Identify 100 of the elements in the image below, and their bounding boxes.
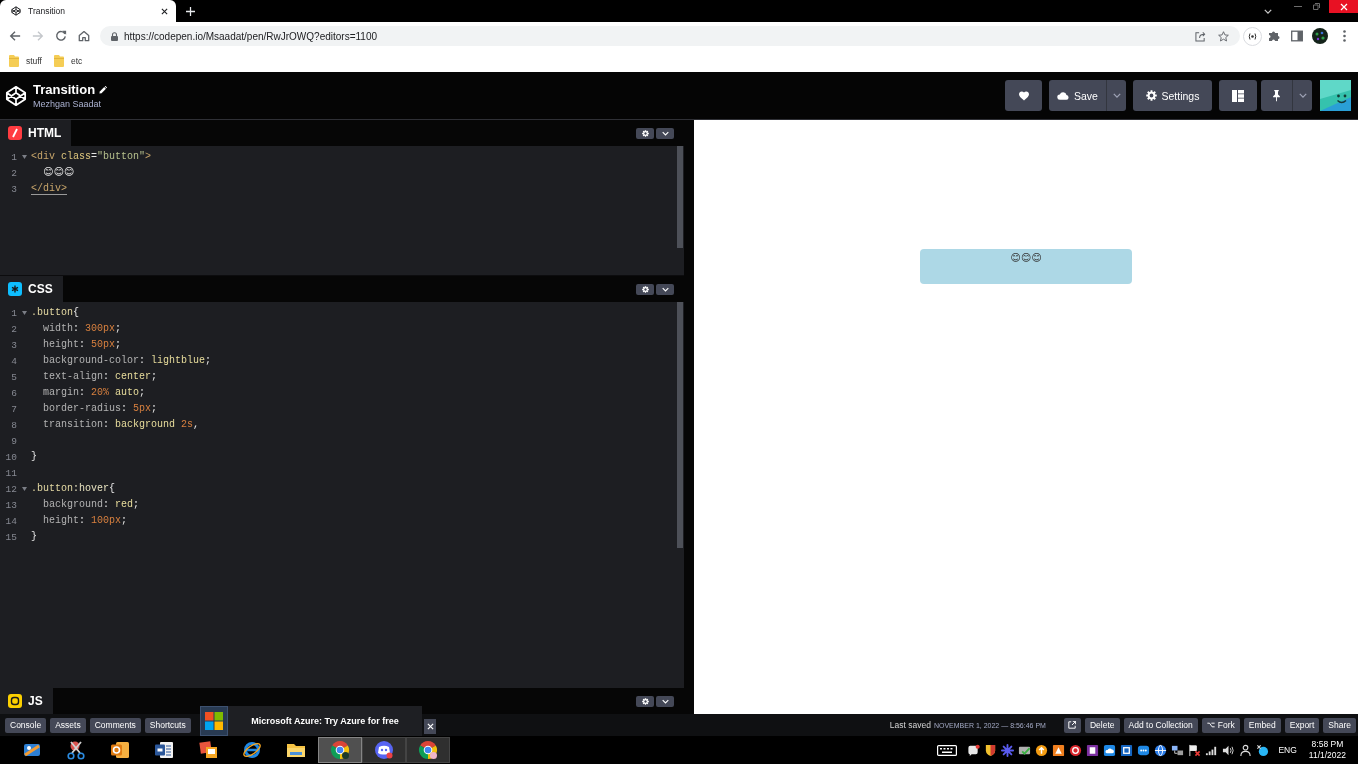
footer-button[interactable]: Assets [50, 717, 86, 733]
resize-handle[interactable] [684, 120, 694, 714]
chat-tile-icon[interactable] [1137, 743, 1151, 757]
editor-settings-button[interactable] [636, 283, 654, 295]
like-button[interactable] [1005, 80, 1042, 111]
profile-avatar-icon[interactable] [1312, 28, 1328, 44]
user-icon[interactable] [1239, 743, 1253, 757]
footer-button[interactable]: Shortcuts [144, 717, 191, 733]
footer-button[interactable]: Fork [1201, 717, 1240, 733]
note-tile-icon[interactable] [1086, 743, 1100, 757]
star-icon[interactable] [1218, 30, 1229, 42]
cloud-tile-icon[interactable] [1103, 743, 1117, 757]
close-window-button[interactable] [1329, 0, 1358, 13]
footer-button[interactable]: Share [1323, 717, 1356, 733]
close-icon[interactable] [161, 7, 168, 15]
code-line: height: 100px; [42, 514, 128, 528]
taskbar-app[interactable] [406, 737, 450, 763]
chat-bubble-icon[interactable] [967, 743, 981, 757]
layout-button[interactable] [1219, 80, 1257, 111]
chevron-down-icon[interactable] [1264, 9, 1272, 14]
close-ad-button[interactable] [424, 719, 436, 734]
close-icon [426, 723, 434, 730]
line-number: 6 [10, 387, 17, 399]
fold-arrow-icon[interactable] [21, 155, 27, 159]
scrollbar-thumb[interactable] [677, 302, 683, 548]
editor-tab[interactable]: CSS [0, 276, 63, 302]
collapse-button[interactable] [656, 127, 674, 139]
author-name[interactable]: Mezhgan Saadat [33, 98, 108, 110]
home-icon[interactable] [78, 30, 90, 42]
settings-button[interactable]: Settings [1133, 80, 1212, 111]
plus-icon[interactable] [186, 7, 195, 16]
collapse-button[interactable] [656, 283, 674, 295]
more-menu-icon[interactable] [1343, 30, 1346, 42]
save-button[interactable]: Save [1049, 80, 1106, 111]
css-badge-icon [8, 282, 22, 296]
editor-tab[interactable]: JS [0, 688, 53, 714]
fold-arrow-icon[interactable] [21, 487, 27, 491]
editor-settings-button[interactable] [636, 127, 654, 139]
avatar-icon[interactable] [1320, 80, 1351, 111]
code-line: margin: 20% auto; [42, 386, 146, 400]
dot-icon[interactable] [1256, 743, 1270, 757]
fold-arrow-icon[interactable] [21, 311, 27, 315]
collapse-button[interactable] [656, 695, 674, 707]
footer-button[interactable]: Delete [1084, 717, 1120, 733]
keyboard-icon[interactable] [937, 744, 958, 756]
footer-button[interactable]: Embed [1243, 717, 1281, 733]
puzzle-icon[interactable] [1268, 30, 1280, 42]
taskbar-app[interactable] [318, 737, 362, 763]
speaker-icon[interactable] [1222, 743, 1236, 757]
code-line: background: red; [42, 498, 140, 512]
code-line: height: 50px; [42, 338, 122, 352]
address-bar[interactable]: https://codepen.io/Msaadat/pen/RwJrOWQ?editors=1100 [100, 26, 1240, 46]
footer-button[interactable]: Add to Collection [1123, 717, 1198, 733]
open-external-button[interactable] [1063, 717, 1081, 733]
language-indicator[interactable]: ENG [1278, 745, 1297, 755]
bookmark-item[interactable]: stuff [9, 55, 42, 67]
pencil-icon[interactable] [99, 85, 108, 94]
line-number: 12 [4, 483, 17, 495]
pin-button[interactable] [1261, 80, 1292, 111]
js-badge-icon [8, 694, 22, 708]
side-panel-icon[interactable] [1291, 30, 1303, 42]
codepen-logo-icon[interactable] [5, 84, 27, 107]
app-tile-icon[interactable] [1120, 743, 1134, 757]
extension-badge-icon[interactable] [1243, 26, 1262, 46]
external-link-icon [1068, 721, 1077, 729]
share-icon[interactable] [1195, 30, 1206, 42]
browser-tab[interactable]: Transition [0, 0, 176, 22]
restore-icon[interactable] [1313, 3, 1320, 10]
line-number: 4 [10, 355, 17, 367]
bookmark-item[interactable]: etc [53, 55, 83, 67]
code-line: </div> [31, 182, 67, 196]
footer-button[interactable]: Console [5, 717, 47, 733]
editor-tab[interactable]: HTML [0, 120, 72, 146]
clock-date[interactable]: 11/1/2022 [1308, 750, 1346, 761]
shield-icon[interactable] [984, 743, 998, 757]
line-number: 14 [4, 515, 17, 527]
taskbar-app[interactable] [362, 737, 406, 763]
layout-icon [1232, 89, 1244, 102]
pin-icon [1272, 89, 1281, 102]
footer-button[interactable]: Comments [89, 717, 141, 733]
globe-icon[interactable] [1154, 743, 1168, 757]
reload-icon[interactable] [55, 30, 67, 42]
scrollbar-thumb[interactable] [677, 146, 683, 248]
code-line: 😊😊😊 [42, 166, 75, 180]
editor-settings-button[interactable] [636, 695, 654, 707]
upload-icon[interactable] [1035, 743, 1049, 757]
gear-icon [1145, 90, 1157, 101]
ad-banner[interactable]: Microsoft Azure: Try Azure for free [200, 706, 422, 736]
code-line: border-radius: 5px; [42, 402, 158, 416]
ring-icon[interactable] [1069, 743, 1083, 757]
asterisk-icon[interactable] [1001, 743, 1015, 757]
footer-button[interactable]: Export [1284, 717, 1320, 733]
line-number: 1 [10, 307, 17, 319]
flag-icon[interactable] [1188, 743, 1202, 757]
clock-time[interactable]: 8:58 PM [1311, 739, 1344, 750]
back-arrow-icon[interactable] [9, 30, 21, 42]
line-number: 3 [10, 183, 17, 195]
line-number: 10 [4, 451, 17, 463]
network-icon[interactable] [1171, 743, 1185, 757]
app-tile-icon[interactable] [1052, 743, 1066, 757]
